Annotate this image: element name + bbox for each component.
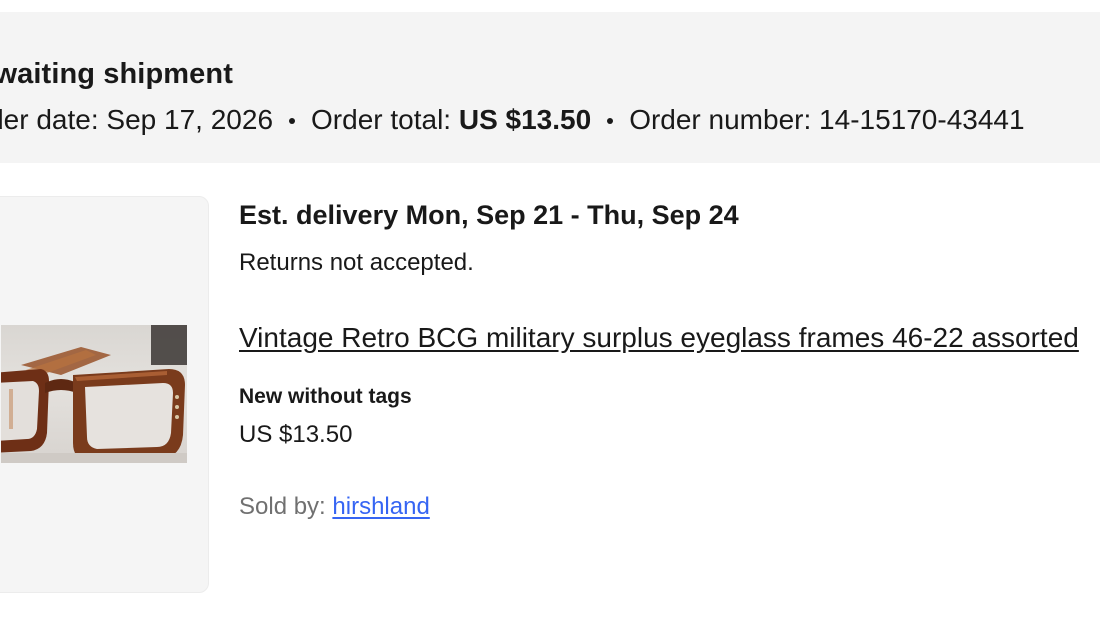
- order-number-label: Order number:: [629, 104, 812, 135]
- order-summary-header: Awaiting shipment Order date: Sep 17, 20…: [0, 12, 1100, 163]
- estimated-delivery: Est. delivery Mon, Sep 21 - Thu, Sep 24: [239, 200, 739, 230]
- separator-dot: [289, 117, 296, 124]
- order-status-title: Awaiting shipment: [0, 58, 233, 90]
- order-meta-line: Order date: Sep 17, 2026 Order total: US …: [0, 104, 1025, 136]
- order-number-value: 14-15170-43441: [819, 104, 1025, 135]
- order-date-label: Order date:: [0, 104, 99, 135]
- item-price: US $13.50: [239, 421, 353, 448]
- returns-policy: Returns not accepted.: [239, 249, 474, 276]
- item-condition: New without tags: [239, 385, 412, 408]
- order-total-value: US $13.50: [458, 104, 592, 135]
- order-details-page: Awaiting shipment Order date: Sep 17, 20…: [0, 0, 1100, 619]
- sold-by-row: Sold by: hirshland: [239, 493, 430, 521]
- sold-by-label: Sold by:: [239, 493, 326, 520]
- order-total-label: Order total:: [311, 104, 452, 135]
- separator-dot: [607, 117, 614, 124]
- seller-link[interactable]: hirshland: [332, 493, 429, 520]
- item-image-card[interactable]: [0, 196, 209, 593]
- order-date-value: Sep 17, 2026: [106, 104, 274, 135]
- item-title-link[interactable]: Vintage Retro BCG military surplus eyegl…: [239, 322, 1079, 354]
- eyeglasses-photo[interactable]: [1, 325, 187, 463]
